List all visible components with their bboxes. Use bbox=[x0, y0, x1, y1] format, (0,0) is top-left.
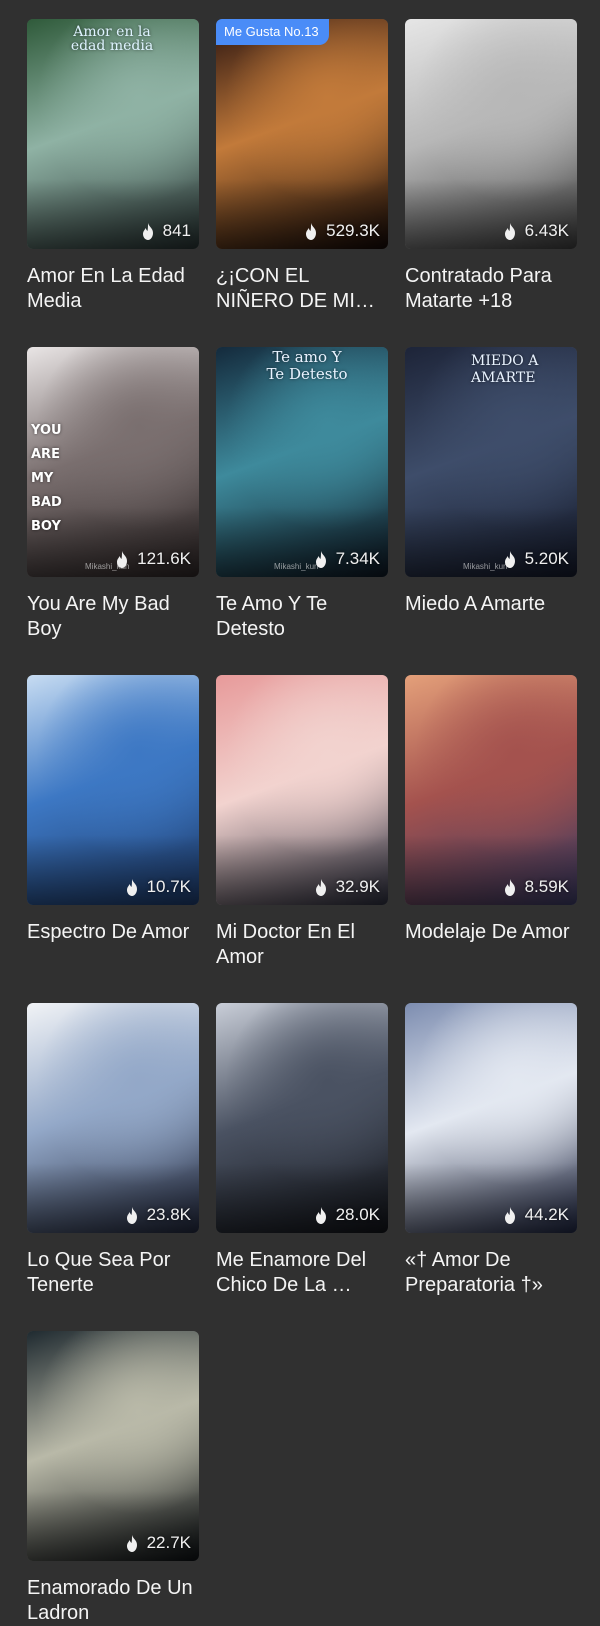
book-card[interactable]: 10.7K Espectro De Amor bbox=[27, 675, 199, 945]
view-count: 529.3K bbox=[304, 221, 380, 241]
view-count: 5.20K bbox=[503, 549, 569, 569]
book-title[interactable]: ¿¡CON EL NIÑERO DE MIS HIJOS!?… bbox=[216, 264, 388, 314]
book-card[interactable]: 28.0K Me Enamore Del Chico De La … bbox=[216, 1003, 388, 1298]
book-title[interactable]: Me Enamore Del Chico De La … bbox=[216, 1248, 388, 1298]
book-card[interactable]: 23.8K Lo Que Sea Por Tenerte bbox=[27, 1003, 199, 1298]
view-count-value: 529.3K bbox=[326, 221, 380, 240]
book-cover-image[interactable]: Amor en la edad media 841 bbox=[27, 19, 199, 249]
view-count: 8.59K bbox=[503, 877, 569, 897]
cover-title-art: Amor en la edad media bbox=[70, 24, 154, 54]
book-cover-image[interactable]: MIEDO A AMARTE Mikashi_kun 5.20K bbox=[405, 347, 577, 577]
fire-icon bbox=[314, 878, 328, 896]
book-grid: Amor en la edad media 841 Amor En La Edad … bbox=[0, 0, 600, 1624]
book-cover-image[interactable]: 28.0K bbox=[216, 1003, 388, 1233]
book-title[interactable]: Lo Que Sea Por Tenerte bbox=[27, 1248, 199, 1298]
book-cover-image[interactable]: 6.43K bbox=[405, 19, 577, 249]
view-count-value: 23.8K bbox=[146, 1205, 191, 1224]
view-count-value: 10.7K bbox=[146, 877, 191, 896]
book-cover-image[interactable]: 44.2K bbox=[405, 1003, 577, 1233]
view-count: 7.34K bbox=[314, 549, 380, 569]
view-count: 6.43K bbox=[503, 221, 569, 241]
fire-icon bbox=[314, 550, 328, 568]
book-title[interactable]: Espectro De Amor bbox=[27, 920, 199, 945]
book-cover-image[interactable]: 23.8K bbox=[27, 1003, 199, 1233]
book-title[interactable]: «† Amor De Preparatoria †» bbox=[405, 1248, 577, 1298]
view-count-value: 6.43K bbox=[524, 221, 569, 240]
fire-icon bbox=[503, 222, 517, 240]
view-count: 22.7K bbox=[125, 1533, 191, 1553]
view-count-value: 5.20K bbox=[524, 549, 569, 568]
book-card[interactable]: 8.59K Modelaje De Amor bbox=[405, 675, 577, 945]
view-count: 841 bbox=[141, 221, 191, 241]
fire-icon bbox=[125, 1534, 139, 1552]
view-count-value: 32.9K bbox=[335, 877, 380, 896]
book-card[interactable]: 44.2K «† Amor De Preparatoria †» bbox=[405, 1003, 577, 1298]
book-title[interactable]: Te Amo Y Te Detesto bbox=[216, 592, 388, 642]
book-title[interactable]: Mi Doctor En El Amor bbox=[216, 920, 388, 970]
fire-icon bbox=[115, 550, 129, 568]
book-title[interactable]: Miedo A Amarte bbox=[405, 592, 577, 617]
view-count: 28.0K bbox=[314, 1205, 380, 1225]
book-card[interactable]: MIEDO A AMARTE Mikashi_kun 5.20K Miedo A Am… bbox=[405, 347, 577, 617]
fire-icon bbox=[125, 878, 139, 896]
book-card[interactable]: 22.7K Enamorado De Un Ladron bbox=[27, 1331, 199, 1626]
cover-title-art: YOU ARE MY BAD BOY bbox=[31, 423, 62, 534]
book-cover-image[interactable]: 8.59K bbox=[405, 675, 577, 905]
ranking-badge: Me Gusta No.13 bbox=[216, 19, 329, 45]
fire-icon bbox=[141, 222, 155, 240]
book-card[interactable]: Amor en la edad media 841 Amor En La Edad … bbox=[27, 19, 199, 314]
book-card[interactable]: Me Gusta No.13 529.3K ¿¡CON EL NIÑERO DE M… bbox=[216, 19, 388, 314]
book-card[interactable]: 6.43K Contratado Para Matarte +18 bbox=[405, 19, 577, 314]
book-cover-image[interactable]: 22.7K bbox=[27, 1331, 199, 1561]
book-card[interactable]: YOU ARE MY BAD BOY Mikashi_kun 121.6K You A… bbox=[27, 347, 199, 642]
view-count: 121.6K bbox=[115, 549, 191, 569]
view-count: 23.8K bbox=[125, 1205, 191, 1225]
fire-icon bbox=[304, 222, 318, 240]
view-count-value: 44.2K bbox=[524, 1205, 569, 1224]
book-title[interactable]: Contratado Para Matarte +18 bbox=[405, 264, 577, 314]
book-title[interactable]: Enamorado De Un Ladron bbox=[27, 1576, 199, 1626]
book-card[interactable]: 32.9K Mi Doctor En El Amor bbox=[216, 675, 388, 970]
book-cover-image[interactable]: 10.7K bbox=[27, 675, 199, 905]
book-cover-image[interactable]: YOU ARE MY BAD BOY Mikashi_kun 121.6K bbox=[27, 347, 199, 577]
book-cover-image[interactable]: Me Gusta No.13 529.3K bbox=[216, 19, 388, 249]
cover-watermark: Mikashi_kun bbox=[463, 562, 508, 571]
cover-title-art: Te amo Y Te Detesto bbox=[266, 348, 348, 383]
cover-watermark: Mikashi_kun bbox=[274, 562, 319, 571]
view-count-value: 7.34K bbox=[335, 549, 380, 568]
fire-icon bbox=[503, 550, 517, 568]
view-count-value: 121.6K bbox=[137, 549, 191, 568]
view-count-value: 22.7K bbox=[146, 1533, 191, 1552]
fire-icon bbox=[503, 1206, 517, 1224]
book-title[interactable]: You Are My Bad Boy bbox=[27, 592, 199, 642]
fire-icon bbox=[125, 1206, 139, 1224]
fire-icon bbox=[503, 878, 517, 896]
fire-icon bbox=[314, 1206, 328, 1224]
cover-title-art: MIEDO A AMARTE bbox=[471, 353, 539, 386]
book-cover-image[interactable]: Te amo Y Te Detesto Mikashi_kun 7.34K bbox=[216, 347, 388, 577]
view-count: 44.2K bbox=[503, 1205, 569, 1225]
view-count-value: 841 bbox=[162, 221, 191, 240]
view-count-value: 28.0K bbox=[335, 1205, 380, 1224]
book-cover-image[interactable]: 32.9K bbox=[216, 675, 388, 905]
view-count: 32.9K bbox=[314, 877, 380, 897]
view-count: 10.7K bbox=[125, 877, 191, 897]
book-title[interactable]: Amor En La Edad Media bbox=[27, 264, 199, 314]
book-title[interactable]: Modelaje De Amor bbox=[405, 920, 577, 945]
book-card[interactable]: Te amo Y Te Detesto Mikashi_kun 7.34K Te Am… bbox=[216, 347, 388, 642]
view-count-value: 8.59K bbox=[524, 877, 569, 896]
